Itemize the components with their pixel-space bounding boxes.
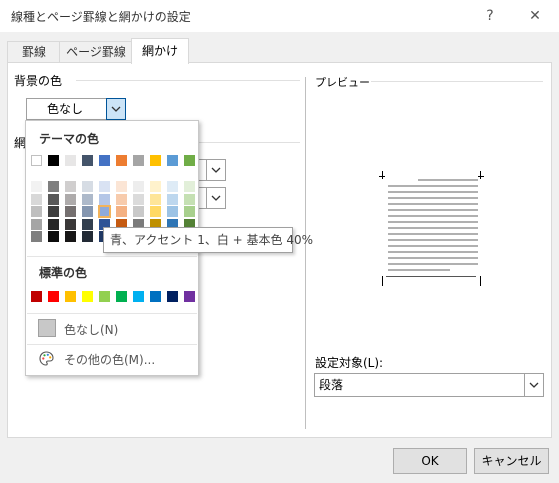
theme-color-swatch[interactable]	[150, 155, 161, 166]
background-color-value: 色なし	[47, 102, 84, 116]
theme-shade-swatch[interactable]	[48, 193, 59, 205]
close-button[interactable]: ✕	[523, 4, 547, 28]
palette-icon	[39, 351, 54, 366]
theme-shade-swatch[interactable]	[116, 181, 127, 192]
theme-shade-swatch[interactable]	[48, 218, 59, 230]
theme-shade-swatch[interactable]	[31, 181, 42, 192]
apply-to-combo[interactable]: 段落	[314, 373, 544, 397]
theme-shade-swatch[interactable]	[98, 205, 111, 218]
preview-label: プレビュー	[315, 76, 370, 89]
theme-shade-swatch[interactable]	[31, 193, 42, 205]
help-button[interactable]: ?	[478, 4, 502, 28]
theme-shade-swatch[interactable]	[150, 193, 161, 205]
standard-color-swatch[interactable]	[116, 291, 127, 302]
theme-shade-swatch[interactable]	[48, 231, 59, 242]
tab-shading[interactable]: 網かけ	[131, 38, 189, 64]
theme-shade-swatch[interactable]	[167, 193, 178, 205]
chevron-down-icon	[211, 195, 221, 201]
theme-shade-swatch[interactable]	[116, 193, 127, 205]
no-color-swatch	[38, 319, 56, 337]
theme-shade-swatch[interactable]	[167, 181, 178, 192]
theme-shade-swatch[interactable]	[133, 181, 144, 192]
theme-color-swatch[interactable]	[116, 155, 127, 166]
color-tooltip: 青、アクセント 1、白 + 基本色 40%	[103, 227, 313, 253]
panel-vertical-divider	[305, 77, 306, 429]
theme-shade-swatch[interactable]	[150, 206, 161, 217]
theme-color-swatch[interactable]	[48, 155, 59, 166]
apply-to-value: 段落	[319, 378, 344, 392]
background-color-dropdown-button[interactable]	[106, 98, 126, 120]
chevron-down-icon	[111, 106, 121, 112]
theme-color-swatch[interactable]	[99, 155, 110, 166]
theme-shade-swatch[interactable]	[65, 231, 76, 242]
tab-strip: 罫線 ページ罫線 網かけ	[0, 32, 559, 64]
standard-color-swatch[interactable]	[65, 291, 76, 302]
theme-color-swatch[interactable]	[31, 155, 42, 166]
background-color-divider	[76, 80, 300, 81]
theme-shade-swatch[interactable]	[65, 218, 76, 230]
standard-color-swatch[interactable]	[150, 291, 161, 302]
theme-shade-swatch[interactable]	[31, 231, 42, 242]
theme-shade-swatch[interactable]	[184, 206, 195, 217]
theme-shade-swatch[interactable]	[31, 218, 42, 230]
theme-shade-swatch[interactable]	[133, 206, 144, 217]
theme-shade-swatch[interactable]	[82, 181, 93, 192]
standard-color-swatch[interactable]	[99, 291, 110, 302]
standard-color-swatch[interactable]	[82, 291, 93, 302]
no-color-label: 色なし(N)	[64, 323, 119, 337]
apply-to-label: 設定対象(L):	[315, 356, 384, 370]
preview-divider	[371, 81, 543, 82]
theme-shade-swatch[interactable]	[116, 206, 127, 217]
theme-shade-swatch[interactable]	[65, 193, 76, 205]
window-title: 線種とページ罫線と網かけの設定	[11, 10, 191, 24]
theme-shade-swatch[interactable]	[150, 181, 161, 192]
chevron-down-icon	[211, 167, 221, 173]
theme-shade-swatch[interactable]	[65, 206, 76, 217]
theme-shade-swatch[interactable]	[48, 206, 59, 217]
more-colors-label: その他の色(M)...	[64, 353, 156, 367]
chevron-down-icon	[529, 382, 539, 388]
theme-color-swatch[interactable]	[184, 155, 195, 166]
theme-color-swatch[interactable]	[65, 155, 76, 166]
theme-shade-swatch[interactable]	[99, 181, 110, 192]
standard-color-swatch[interactable]	[31, 291, 42, 302]
standard-color-swatch[interactable]	[133, 291, 144, 302]
no-color-option[interactable]: 色なし(N)	[26, 316, 196, 342]
theme-shade-swatch[interactable]	[184, 193, 195, 205]
theme-shade-swatch[interactable]	[82, 218, 93, 230]
theme-color-swatch[interactable]	[167, 155, 178, 166]
standard-color-swatch[interactable]	[48, 291, 59, 302]
title-bar: 線種とページ罫線と網かけの設定 ? ✕	[0, 0, 559, 32]
background-color-combo[interactable]: 色なし	[26, 98, 126, 120]
theme-shade-swatch[interactable]	[167, 206, 178, 217]
theme-color-swatch[interactable]	[82, 155, 93, 166]
background-color-label: 背景の色	[14, 74, 63, 88]
standard-color-swatch[interactable]	[167, 291, 178, 302]
theme-color-swatch[interactable]	[133, 155, 144, 166]
theme-shade-swatch[interactable]	[133, 193, 144, 205]
pattern-style-dropdown-button[interactable]	[206, 160, 225, 180]
theme-shade-swatch[interactable]	[82, 193, 93, 205]
theme-shade-swatch[interactable]	[82, 231, 93, 242]
ok-button[interactable]: OK	[393, 448, 467, 474]
standard-color-swatch[interactable]	[184, 291, 195, 302]
theme-shade-swatch[interactable]	[48, 181, 59, 192]
theme-shade-swatch[interactable]	[65, 181, 76, 192]
theme-shade-swatch[interactable]	[82, 206, 93, 217]
tab-page-borders[interactable]: ページ罫線	[59, 41, 133, 63]
more-colors-option[interactable]: その他の色(M)...	[26, 346, 196, 372]
standard-colors-header: 標準の色	[39, 266, 88, 280]
theme-shade-swatch[interactable]	[99, 193, 110, 205]
theme-shade-swatch[interactable]	[184, 181, 195, 192]
pattern-color-dropdown-button[interactable]	[206, 188, 225, 208]
apply-to-dropdown-button[interactable]	[524, 374, 543, 396]
cancel-button[interactable]: キャンセル	[474, 448, 549, 474]
theme-colors-header: テーマの色	[39, 132, 100, 146]
theme-shade-swatch[interactable]	[31, 206, 42, 217]
tab-borders[interactable]: 罫線	[7, 41, 61, 63]
